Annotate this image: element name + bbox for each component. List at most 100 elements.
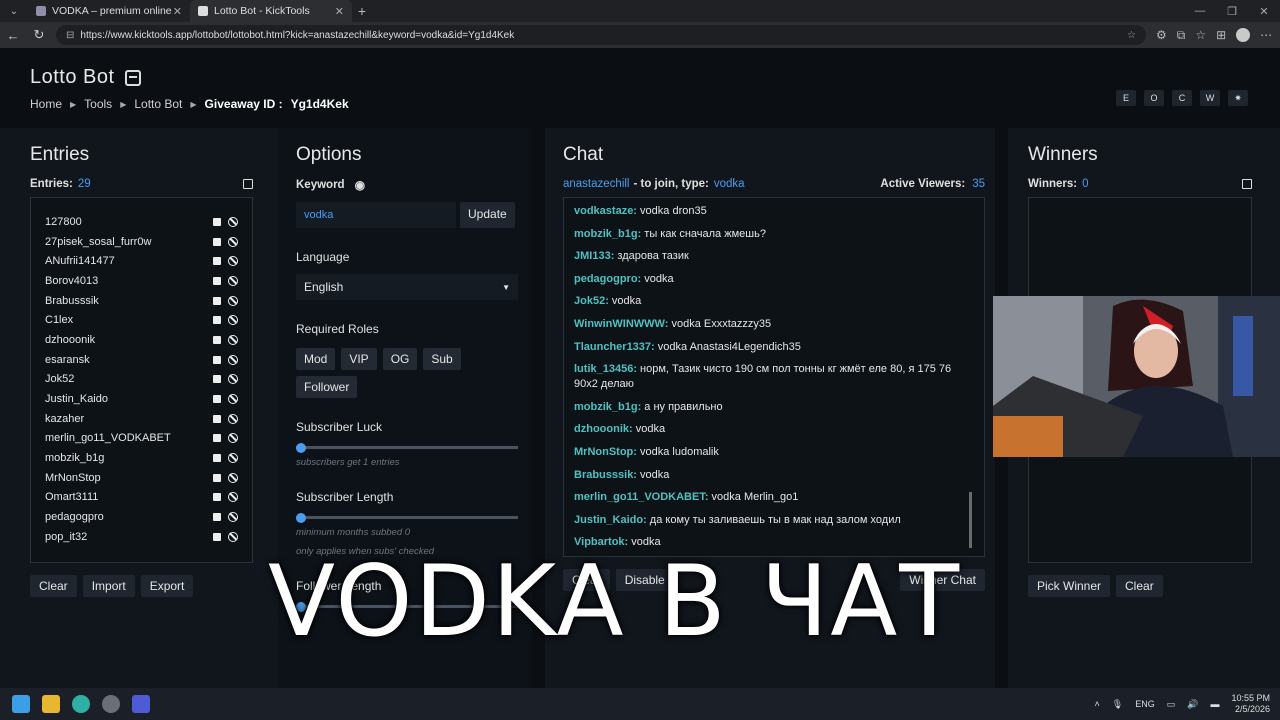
split-screen-icon[interactable]: ⧉ (1177, 28, 1186, 43)
update-keyword-button[interactable]: Update (460, 202, 515, 228)
chat-log[interactable]: vodkastaze: vodka dron35 mobzik_b1g: ты к… (563, 197, 985, 557)
remove-entry-icon[interactable] (213, 316, 221, 325)
back-icon[interactable]: ← (0, 28, 26, 43)
slider-handle[interactable] (296, 442, 306, 453)
header-button-e[interactable]: E (1116, 90, 1136, 106)
ban-icon[interactable] (228, 531, 238, 542)
role-sub-button[interactable]: Sub (423, 348, 461, 370)
remove-entry-icon[interactable] (213, 395, 221, 404)
remove-entry-icon[interactable] (213, 375, 221, 384)
header-button-c[interactable]: C (1172, 90, 1192, 106)
header-button-o[interactable]: O (1144, 90, 1164, 106)
ban-icon[interactable] (228, 453, 238, 464)
obs-icon[interactable] (102, 695, 120, 713)
remove-entry-icon[interactable] (213, 532, 221, 541)
browser-tab-casino[interactable]: VODKA – premium online casino ✕ (28, 0, 190, 22)
remove-entry-icon[interactable] (213, 473, 221, 482)
chevron-up-icon[interactable]: ˄ (1095, 699, 1100, 709)
remove-entry-icon[interactable] (213, 454, 221, 463)
edge-browser-icon[interactable] (72, 695, 90, 713)
remove-entry-icon[interactable] (213, 257, 221, 266)
chat-username[interactable]: Jok52: (574, 295, 609, 307)
ban-icon[interactable] (228, 315, 238, 326)
remove-entry-icon[interactable] (213, 513, 221, 522)
minimize-icon[interactable]: — (1184, 5, 1216, 18)
language-select[interactable]: English ▼ (296, 274, 518, 300)
breadcrumb-tools[interactable]: Tools (84, 97, 112, 111)
theme-toggle-button[interactable]: ✷ (1228, 90, 1248, 106)
clock[interactable]: 10:55 PM 2/5/2026 (1231, 693, 1270, 715)
windows-start-icon[interactable] (12, 695, 30, 713)
slider-handle[interactable] (296, 512, 306, 523)
ban-icon[interactable] (228, 512, 238, 523)
chat-username[interactable]: dzhooonik: (574, 423, 633, 435)
chat-username[interactable]: MrNonStop: (574, 446, 637, 458)
copy-icon[interactable] (243, 179, 253, 189)
app-icon[interactable] (132, 695, 150, 713)
file-explorer-icon[interactable] (42, 695, 60, 713)
subscriber-length-slider[interactable] (296, 512, 518, 523)
ban-icon[interactable] (228, 472, 238, 483)
ban-icon[interactable] (228, 295, 238, 306)
chat-username[interactable]: WinwinWINWWW: (574, 318, 668, 330)
maximize-icon[interactable]: ❐ (1216, 5, 1248, 18)
ban-icon[interactable] (228, 275, 238, 286)
ban-icon[interactable] (228, 492, 238, 503)
chat-username[interactable]: pedagogpro: (574, 273, 641, 285)
role-og-button[interactable]: OG (382, 348, 418, 370)
close-tab-icon[interactable]: ✕ (335, 5, 344, 18)
volume-icon[interactable]: 🔊 (1187, 699, 1198, 710)
remove-entry-icon[interactable] (213, 237, 221, 246)
network-icon[interactable]: ▭ (1167, 699, 1176, 710)
close-tab-icon[interactable]: ✕ (173, 5, 182, 18)
remove-entry-icon[interactable] (213, 493, 221, 502)
ban-icon[interactable] (228, 394, 238, 405)
chat-username[interactable]: mobzik_b1g: (574, 228, 641, 240)
role-mod-button[interactable]: Mod (296, 348, 336, 370)
chat-username[interactable]: Justin_Kaido: (574, 514, 647, 526)
ban-icon[interactable] (228, 433, 238, 444)
import-button[interactable]: Import (82, 575, 135, 597)
chat-username[interactable]: mobzik_b1g: (574, 401, 641, 413)
profile-avatar[interactable] (1236, 28, 1251, 42)
chat-username[interactable]: Brabusssik: (574, 469, 637, 481)
clear-entries-button[interactable]: Clear (30, 575, 77, 597)
keyword-input[interactable]: vodka (296, 202, 456, 228)
ban-icon[interactable] (228, 256, 238, 267)
ban-icon[interactable] (228, 374, 238, 385)
chat-username[interactable]: vodkastaze: (574, 205, 637, 217)
favorite-star-icon[interactable]: ☆ (1127, 30, 1136, 41)
header-button-w[interactable]: W (1200, 90, 1220, 106)
more-menu-icon[interactable]: ⋯ (1260, 28, 1272, 42)
breadcrumb-home[interactable]: Home (30, 97, 62, 111)
battery-icon[interactable]: ▬ (1210, 699, 1219, 709)
eye-icon[interactable]: ◉ (355, 178, 365, 192)
chat-username[interactable]: lutik_13456: (574, 363, 637, 375)
export-button[interactable]: Export (140, 575, 194, 597)
role-follower-button[interactable]: Follower (296, 376, 358, 398)
tab-list-chevron-icon[interactable]: ⌄ (0, 0, 28, 22)
url-field[interactable]: ⊟ https://www.kicktools.app/lottobot/lot… (56, 25, 1146, 45)
ban-icon[interactable] (228, 216, 238, 227)
remove-entry-icon[interactable] (213, 355, 221, 364)
chat-username[interactable]: Tlauncher1337: (574, 341, 655, 353)
favorites-icon[interactable]: ☆ (1195, 28, 1206, 42)
browser-tab-lottobot[interactable]: Lotto Bot - KickTools ✕ (190, 0, 352, 22)
remove-entry-icon[interactable] (213, 434, 221, 443)
role-vip-button[interactable]: VIP (341, 348, 377, 370)
remove-entry-icon[interactable] (213, 296, 221, 305)
new-tab-button[interactable]: + (352, 3, 372, 19)
collections-icon[interactable]: ⊞ (1216, 28, 1226, 42)
microphone-icon[interactable]: 🎙 (1112, 699, 1123, 710)
clear-winners-button[interactable]: Clear (1116, 575, 1163, 597)
chat-username[interactable]: JMI133: (574, 250, 614, 262)
channel-name[interactable]: anastazechill (563, 178, 629, 190)
ban-icon[interactable] (228, 354, 238, 365)
language-indicator[interactable]: ENG (1135, 699, 1155, 709)
ban-icon[interactable] (228, 413, 238, 424)
extension-icon[interactable]: ⚙ (1156, 28, 1167, 42)
site-info-icon[interactable]: ⊟ (66, 30, 74, 41)
remove-entry-icon[interactable] (213, 217, 221, 226)
breadcrumb-lottobot[interactable]: Lotto Bot (134, 97, 182, 111)
close-window-icon[interactable]: ✕ (1248, 5, 1280, 18)
